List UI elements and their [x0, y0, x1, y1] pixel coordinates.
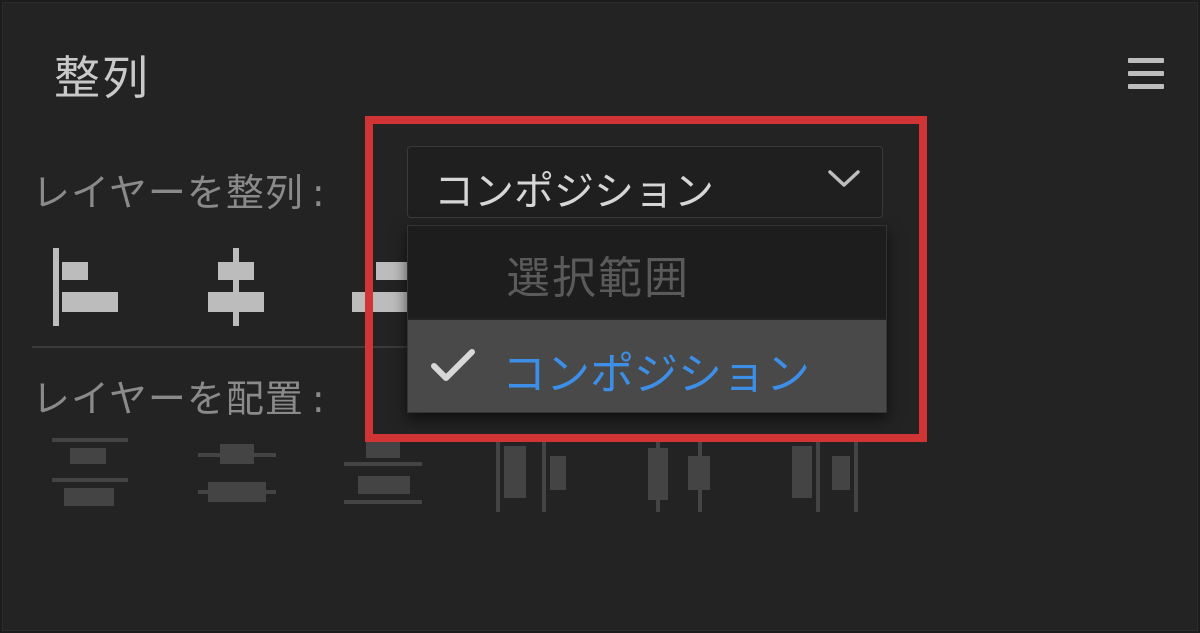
section-divider — [32, 346, 412, 348]
panel-title: 整列 — [54, 51, 150, 105]
option-selection[interactable]: 選択範囲 — [408, 226, 886, 318]
align-left-icon[interactable] — [50, 248, 124, 328]
option-selection-label: 選択範囲 — [506, 253, 690, 304]
align-right-icon[interactable] — [348, 248, 410, 328]
distribute-layers-colon: : — [311, 377, 326, 421]
align-horizontal-center-icon[interactable] — [200, 248, 274, 328]
chevron-down-icon[interactable] — [826, 168, 862, 190]
distribute-layers-label-text: レイヤーを配置 — [32, 377, 304, 421]
align-layers-colon: : — [311, 171, 326, 215]
distribute-horizontal-center-icon[interactable] — [640, 442, 720, 514]
panel-menu-icon[interactable] — [1128, 58, 1164, 90]
distribute-bottom-icon[interactable] — [342, 434, 426, 514]
checkmark-icon — [431, 349, 475, 381]
align-layers-label: レイヤーを整列: — [32, 162, 326, 217]
distribute-top-icon[interactable] — [50, 434, 132, 514]
align-to-selected-value: コンポジション — [434, 169, 714, 215]
align-to-dropdown-menu: 選択範囲 コンポジション — [407, 225, 887, 413]
distribute-layers-label: レイヤーを配置: — [32, 368, 326, 423]
distribute-right-icon[interactable] — [786, 442, 866, 514]
distribute-vertical-center-icon[interactable] — [196, 434, 280, 514]
align-layers-label-text: レイヤーを整列 — [32, 171, 304, 215]
distribute-left-icon[interactable] — [492, 442, 572, 514]
option-composition[interactable]: コンポジション — [408, 320, 886, 412]
align-to-select[interactable]: コンポジション — [407, 146, 883, 218]
option-composition-label: コンポジション — [502, 349, 810, 400]
align-panel: 整列 レイヤーを整列: コンポジション レイヤーを配置: 選択範囲 コンポジショ… — [2, 2, 1198, 631]
